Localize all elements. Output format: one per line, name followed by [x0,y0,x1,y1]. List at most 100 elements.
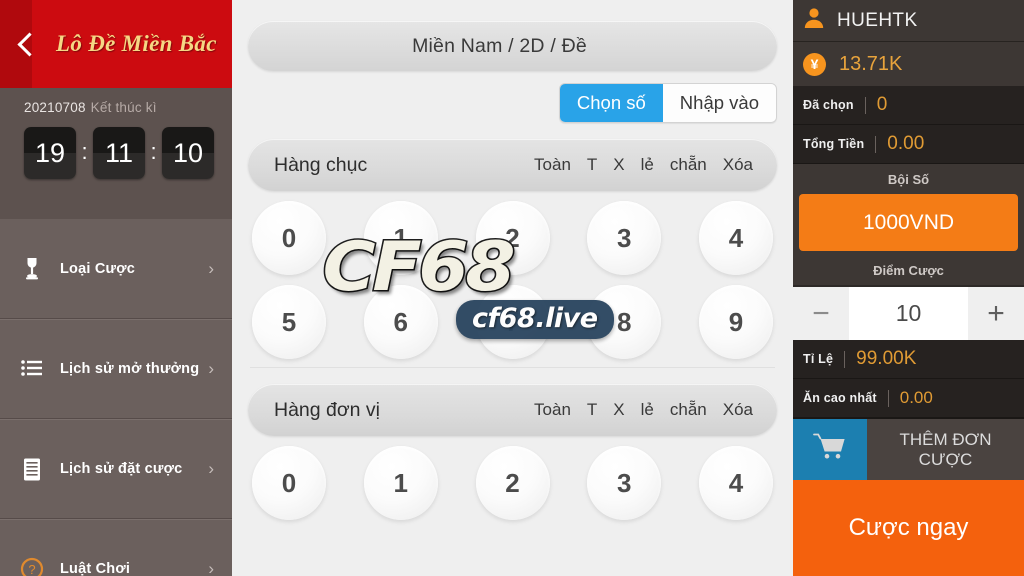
right-panel: HUEHTK ¥ 13.71K Đã chọn 0 Tổng Tiền 0.00… [793,0,1024,576]
username: HUEHTK [837,9,918,31]
number-ball[interactable]: 1 [363,446,438,520]
countdown-sep-1: : [81,139,88,164]
stepper-value[interactable]: 10 [849,287,968,340]
stat-key: Ăn cao nhất [803,391,877,405]
number-ball[interactable]: 7 [475,285,550,359]
op-le[interactable]: lẻ [641,400,654,420]
chevron-right-icon: › [208,359,214,378]
number-ball[interactable]: 5 [252,285,326,359]
number-ball[interactable]: 1 [363,201,438,275]
sidebar-item-loai-cuoc[interactable]: Loại Cược › [0,219,232,319]
bet-now-button[interactable]: Cược ngay [793,480,1024,576]
sidebar-item-label: Lịch sử đặt cược [60,461,183,477]
back-chevron-icon [16,31,42,57]
group-header: Hàng chục Toàn T X lẻ chẵn Xóa [248,139,777,191]
question-circle-icon: ? [16,557,48,576]
op-toan[interactable]: Toàn [534,155,571,175]
balance-value: 13.71K [839,52,903,75]
chevron-right-icon: › [208,559,214,576]
stat-an-cao-nhat: Ăn cao nhất 0.00 [793,379,1024,418]
stat-value: 0 [876,94,888,115]
op-toan[interactable]: Toàn [534,400,571,420]
user-row[interactable]: HUEHTK [793,0,1024,42]
number-ball[interactable]: 3 [587,446,662,520]
stat-divider [864,96,866,114]
group-name: Hàng đơn vị [274,398,381,421]
op-x[interactable]: X [613,400,624,420]
cart-button[interactable] [793,419,867,480]
stat-value: 99.00K [856,348,917,369]
shopping-cart-icon [813,433,847,466]
group-operations: Toàn T X lẻ chẵn Xóa [534,400,753,420]
selection-bar-text: Miền Nam / 2D / Đề [412,34,587,57]
group-hang-chuc: Hàng chục Toàn T X lẻ chẵn Xóa 0 1 2 3 4… [248,139,777,359]
group-divider [250,367,775,368]
sidebar-item-lich-su-mo-thuong[interactable]: Lịch sử mở thưởng › [0,319,232,419]
countdown-timer: 19 : 11 : 10 [24,127,232,179]
number-ball[interactable]: 0 [252,446,326,520]
add-bet-label: THÊM ĐƠN CƯỢC [867,419,1024,480]
group-name: Hàng chục [274,153,368,176]
stat-da-chon: Đã chọn 0 [793,86,1024,125]
stat-ti-le: Tỉ Lệ 99.00K [793,340,1024,379]
number-ball[interactable]: 2 [475,201,550,275]
chevron-right-icon: › [208,459,214,478]
op-x[interactable]: X [613,155,624,175]
sidebar-item-label: Luật Chơi [60,561,131,576]
app-root: Lô Đề Miền Bắc 20210708 Kết thúc kì 19 : … [0,0,1024,576]
multiplier-label: Bội Số [793,164,1024,194]
svg-text:?: ? [28,562,35,576]
number-ball[interactable]: 8 [587,285,662,359]
number-ball[interactable]: 9 [699,285,773,359]
add-bet-row[interactable]: THÊM ĐƠN CƯỢC [793,418,1024,480]
sidebar-item-lich-su-dat-cuoc[interactable]: Lịch sử đặt cược › [0,419,232,519]
op-le[interactable]: lẻ [641,155,654,175]
stat-value: 0.00 [887,133,925,154]
user-icon [803,7,825,34]
stat-key: Tỉ Lệ [803,352,834,366]
document-icon [16,458,48,481]
tab-nhap-vao[interactable]: Nhập vào [662,84,776,122]
stat-divider [844,350,846,368]
list-icon [16,360,48,378]
balance-row[interactable]: ¥ 13.71K [793,42,1024,86]
op-chan[interactable]: chẵn [670,400,707,420]
number-ball[interactable]: 4 [699,446,773,520]
sidebar-header: Lô Đề Miền Bắc [0,0,232,88]
op-t[interactable]: T [587,400,597,420]
countdown-sep-2: : [150,139,157,164]
center-panel: Miền Nam / 2D / Đề Chọn số Nhập vào Hàng… [232,0,793,576]
points-stepper: − 10 + [793,285,1024,340]
stepper-decrement-button[interactable]: − [793,287,849,340]
sidebar-item-label: Loại Cược [60,260,135,277]
trophy-icon [16,257,48,281]
countdown-minutes: 11 [93,127,145,179]
countdown-date: 20210708 [24,100,86,115]
group-operations: Toàn T X lẻ chẵn Xóa [534,155,753,175]
stepper-increment-button[interactable]: + [968,287,1024,340]
countdown-period: 20210708 Kết thúc kì [24,100,232,115]
number-ball[interactable]: 0 [252,201,326,275]
stat-key: Tổng Tiền [803,137,865,151]
back-button[interactable] [0,0,52,88]
selection-bar[interactable]: Miền Nam / 2D / Đề [248,21,777,71]
countdown-block: 20210708 Kết thúc kì 19 : 11 : 10 [0,88,232,219]
op-xoa[interactable]: Xóa [723,400,753,420]
number-ball[interactable]: 3 [587,201,662,275]
group-header: Hàng đơn vị Toàn T X lẻ chẵn Xóa [248,384,777,436]
op-chan[interactable]: chẵn [670,155,707,175]
countdown-seconds: 10 [162,127,214,179]
sidebar-item-luat-choi[interactable]: ? Luật Chơi › [0,519,232,576]
op-xoa[interactable]: Xóa [723,155,753,175]
group-hang-don-vi: Hàng đơn vị Toàn T X lẻ chẵn Xóa 0 1 2 3… [248,384,777,520]
stat-tong-tien: Tổng Tiền 0.00 [793,125,1024,164]
number-ball[interactable]: 4 [699,201,773,275]
countdown-label: Kết thúc kì [90,100,157,115]
number-ball[interactable]: 6 [363,285,438,359]
number-ball[interactable]: 2 [475,446,550,520]
number-row: 0 1 2 3 4 [248,201,777,275]
tab-chon-so[interactable]: Chọn số [559,84,663,122]
multiplier-button[interactable]: 1000VND [799,194,1018,251]
op-t[interactable]: T [587,155,597,175]
sidebar-item-label: Lịch sử mở thưởng [60,361,200,377]
